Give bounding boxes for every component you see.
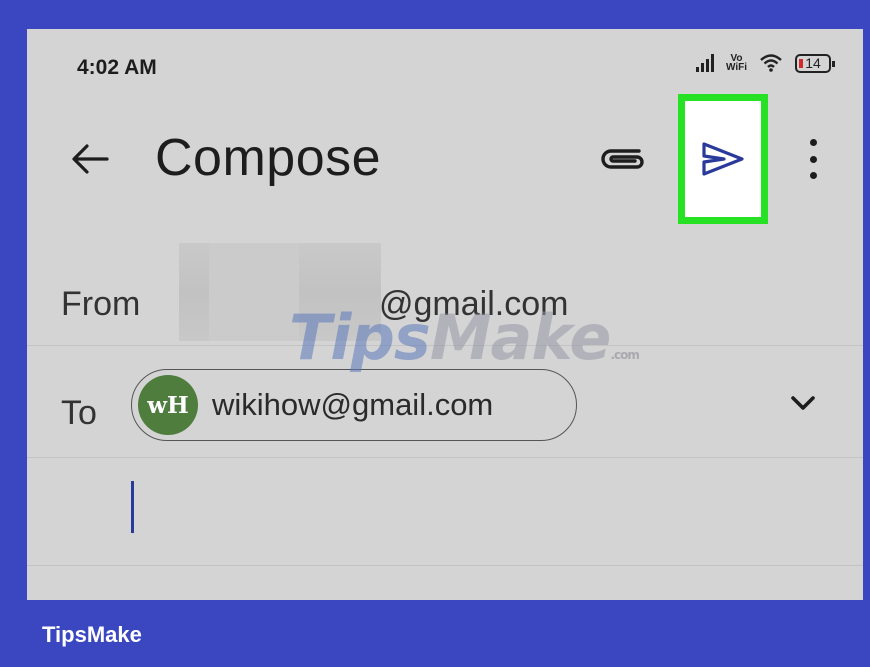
- page-title: Compose: [155, 129, 382, 187]
- watermark-part1: Tips: [289, 301, 431, 374]
- watermark-suffix: .com: [610, 348, 639, 362]
- chevron-down-icon[interactable]: [787, 391, 819, 415]
- back-arrow-icon[interactable]: [69, 141, 109, 177]
- more-vert-icon[interactable]: [807, 139, 819, 179]
- battery-level: 14: [805, 55, 821, 71]
- status-time: 4:02 AM: [77, 56, 157, 79]
- signal-icon: [695, 54, 714, 72]
- watermark: TipsMake.com: [289, 301, 640, 374]
- to-label: To: [61, 394, 97, 432]
- text-cursor[interactable]: [131, 481, 134, 533]
- watermark-part2: Make: [429, 301, 612, 374]
- brand-label: TipsMake: [42, 622, 142, 647]
- phone-screen: 4:02 AM Vo WiFi 14 Compose From @gmail.c…: [27, 29, 863, 600]
- send-button-highlight[interactable]: [678, 94, 768, 224]
- recipient-email: wikihow@gmail.com: [212, 387, 494, 422]
- divider: [27, 457, 863, 458]
- send-icon[interactable]: [700, 140, 746, 178]
- vowifi-icon: Vo WiFi: [725, 53, 747, 73]
- divider: [27, 565, 863, 566]
- avatar: wH: [138, 375, 198, 435]
- recipient-chip[interactable]: wH wikihow@gmail.com: [131, 369, 577, 441]
- attachment-icon[interactable]: [599, 141, 647, 173]
- battery-icon: 14: [795, 53, 835, 73]
- status-icons: Vo WiFi 14: [695, 53, 835, 73]
- from-label: From: [61, 285, 141, 323]
- wifi-icon: [760, 54, 782, 72]
